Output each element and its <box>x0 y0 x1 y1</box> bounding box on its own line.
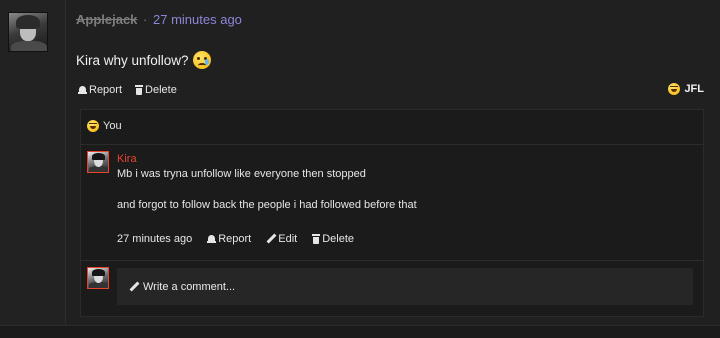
delete-label: Delete <box>145 84 177 96</box>
crying-face-emoji-icon <box>192 51 211 69</box>
comment-edit-label: Edit <box>278 233 298 245</box>
post-card: Applejack · 27 minutes ago Kira why unfo… <box>66 0 720 338</box>
comment-time[interactable]: 27 minutes ago <box>117 233 192 245</box>
reaction-summary[interactable]: JFL <box>668 83 704 95</box>
post-actions: Report Delete <box>78 84 177 96</box>
divider <box>81 260 703 261</box>
report-button[interactable]: Report <box>78 84 122 96</box>
comment-delete-button[interactable]: Delete <box>312 233 354 245</box>
poster-column <box>0 0 66 338</box>
comment-text-line-2: and forgot to follow back the people i h… <box>117 199 417 211</box>
comment-meta: 27 minutes ago Report Edit Delete <box>117 233 354 245</box>
laughing-emoji-icon <box>668 83 681 95</box>
trash-icon <box>312 234 321 244</box>
delete-button[interactable]: Delete <box>135 84 177 96</box>
current-user-avatar[interactable] <box>87 267 109 289</box>
report-label: Report <box>89 84 123 96</box>
write-comment-input[interactable]: Write a comment... <box>117 268 693 305</box>
likes-row[interactable]: You <box>87 120 122 132</box>
comments-section: You Kira Mb i was tryna unfollow like ev… <box>80 109 704 317</box>
trash-icon <box>135 85 144 95</box>
comment-author[interactable]: Kira <box>117 153 137 165</box>
comment-report-label: Report <box>218 233 252 245</box>
pencil-icon <box>129 282 139 292</box>
reaction-label: JFL <box>684 83 704 95</box>
divider <box>81 144 703 145</box>
pencil-icon <box>266 234 276 244</box>
comment-text-line-1: Mb i was tryna unfollow like everyone th… <box>117 168 366 180</box>
post-author[interactable]: Applejack <box>76 12 137 27</box>
comment-delete-label: Delete <box>322 233 355 245</box>
post-text: Kira why unfollow? <box>76 52 189 68</box>
comment-edit-button[interactable]: Edit <box>266 233 297 245</box>
comment-avatar[interactable] <box>87 151 109 173</box>
write-comment-placeholder: Write a comment... <box>143 280 236 293</box>
header-separator: · <box>143 12 148 27</box>
post-time[interactable]: 27 minutes ago <box>153 12 242 27</box>
bell-icon <box>78 85 87 95</box>
post-header: Applejack · 27 minutes ago <box>76 12 242 27</box>
next-post-edge <box>0 325 720 338</box>
laughing-emoji-icon <box>87 120 99 132</box>
bell-icon <box>207 234 217 244</box>
post-body: Kira why unfollow? <box>76 51 211 69</box>
poster-avatar[interactable] <box>8 12 48 52</box>
comment-report-button[interactable]: Report <box>207 233 251 245</box>
likes-label: You <box>103 120 122 132</box>
